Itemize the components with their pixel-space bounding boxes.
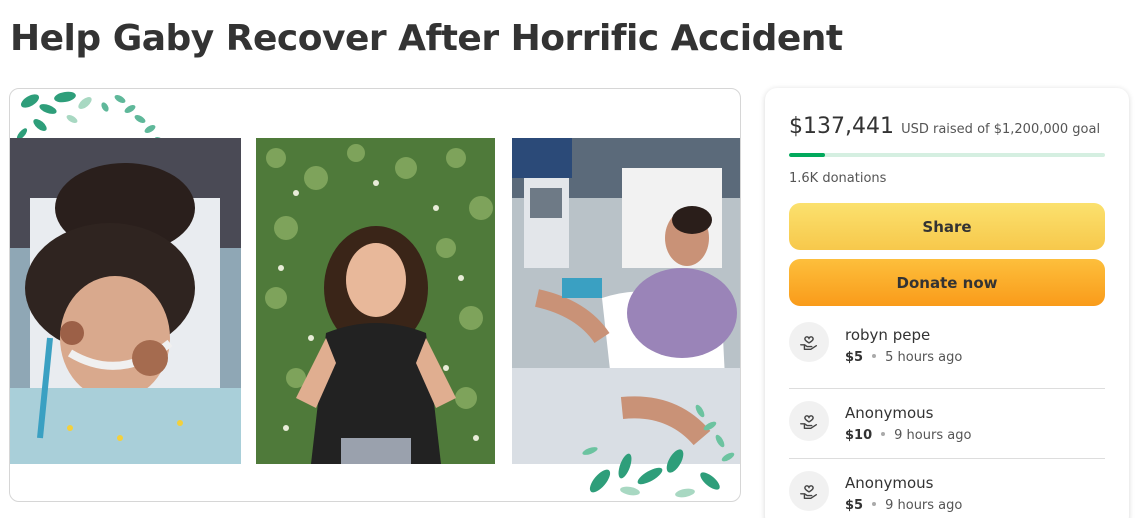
donation-panel: $137,441 USD raised of $1,200,000 goal 1… xyxy=(765,88,1129,518)
heart-hand-icon xyxy=(789,401,829,441)
donor-item: Anonymous $10 9 hours ago xyxy=(789,388,1105,458)
donor-meta: $5 5 hours ago xyxy=(845,350,962,365)
photo-hospital-bed[interactable] xyxy=(10,138,241,464)
donor-amount: $5 xyxy=(845,498,864,513)
photo-hospital-room[interactable] xyxy=(512,138,740,464)
donor-meta: $10 9 hours ago xyxy=(845,428,971,443)
progress-fill xyxy=(789,153,826,157)
donor-amount: $5 xyxy=(845,350,864,365)
heart-hand-icon xyxy=(789,471,829,511)
donor-meta: $5 9 hours ago xyxy=(845,498,962,513)
donations-count: 1.6K donations xyxy=(789,171,887,186)
donor-item: robyn pepe $5 5 hours ago xyxy=(789,318,1105,388)
page-title: Help Gaby Recover After Horrific Acciden… xyxy=(10,18,843,59)
donate-now-button[interactable]: Donate now xyxy=(789,259,1105,306)
donor-time: 9 hours ago xyxy=(885,498,963,513)
share-button[interactable]: Share xyxy=(789,203,1105,250)
donor-amount: $10 xyxy=(845,428,873,443)
separator-dot xyxy=(872,354,877,358)
separator-dot xyxy=(872,502,877,506)
amount-raised: $137,441 xyxy=(789,114,894,139)
photo-standing-portrait[interactable] xyxy=(256,138,495,464)
donor-name: robyn pepe xyxy=(845,326,931,344)
donor-time: 5 hours ago xyxy=(885,350,963,365)
donor-item: Anonymous $5 9 hours ago xyxy=(789,458,1105,518)
donor-name: Anonymous xyxy=(845,474,934,492)
raised-summary: $137,441 USD raised of $1,200,000 goal xyxy=(789,114,1100,139)
heart-hand-icon xyxy=(789,322,829,362)
progress-bar xyxy=(789,153,1105,157)
donor-name: Anonymous xyxy=(845,404,934,422)
goal-text: USD raised of $1,200,000 goal xyxy=(901,122,1101,137)
donor-time: 9 hours ago xyxy=(894,428,972,443)
separator-dot xyxy=(881,432,886,436)
fundraiser-media[interactable] xyxy=(9,88,741,502)
